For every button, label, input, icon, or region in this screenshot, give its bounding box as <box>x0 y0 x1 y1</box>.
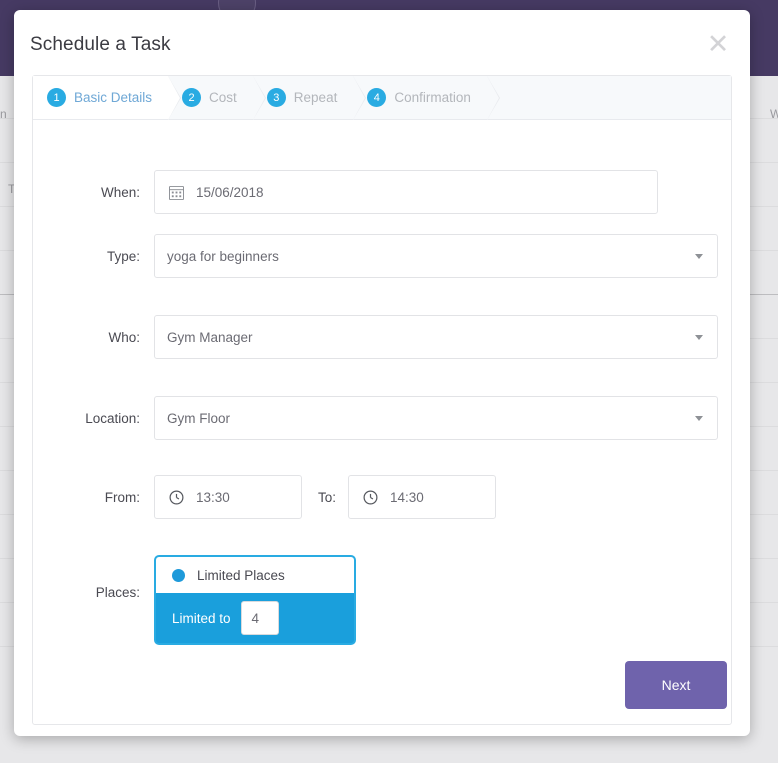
who-select[interactable]: Gym Manager <box>154 315 718 359</box>
step-basic-details[interactable]: 1 Basic Details <box>33 76 182 120</box>
step-number-badge: 2 <box>182 88 202 107</box>
from-time-value: 13:30 <box>196 489 230 505</box>
modal-title: Schedule a Task <box>30 34 171 55</box>
next-button[interactable]: Next <box>625 661 727 709</box>
location-select[interactable]: Gym Floor <box>154 396 718 440</box>
modal-inner-card: 1 Basic Details 2 Cost 3 Repeat 4 Confir… <box>32 75 732 725</box>
chevron-down-icon <box>695 416 703 421</box>
places-limit-label: Limited to <box>172 610 231 626</box>
places-limited-option[interactable]: Limited Places Limited to 4 <box>154 555 356 645</box>
step-chevron-icon <box>168 76 181 120</box>
schedule-task-modal: Schedule a Task ✕ 1 Basic Details 2 Cost… <box>14 10 750 736</box>
clock-icon <box>363 490 378 505</box>
from-label: From: <box>104 489 140 505</box>
location-select-value: Gym Floor <box>167 410 231 426</box>
to-time-value: 14:30 <box>390 489 424 505</box>
chevron-down-icon <box>695 254 703 259</box>
background-text-right-1: W <box>770 107 778 121</box>
step-chevron-icon <box>252 76 265 120</box>
places-option-label: Limited Places <box>197 567 285 583</box>
form-row-when: When: 15/06/2018 <box>33 170 731 214</box>
form-row-time: From: 13:30 To: 14:30 <box>33 475 731 519</box>
step-label: Repeat <box>293 90 338 105</box>
step-chevron-icon <box>486 76 499 120</box>
step-confirmation[interactable]: 4 Confirmation <box>353 76 500 120</box>
places-limit-row: Limited to 4 <box>156 593 354 643</box>
step-label: Cost <box>209 90 237 105</box>
form-row-places: Places: Limited Places Limited to 4 <box>33 555 731 645</box>
step-label: Basic Details <box>74 90 153 105</box>
clock-icon <box>169 490 184 505</box>
to-time-input[interactable]: 14:30 <box>348 475 496 519</box>
background-text-left-1: n <box>0 107 7 121</box>
wizard-stepper: 1 Basic Details 2 Cost 3 Repeat 4 Confir… <box>33 76 731 120</box>
type-select-value: yoga for beginners <box>167 248 279 264</box>
calendar-icon <box>169 185 184 200</box>
places-option-row[interactable]: Limited Places <box>156 557 354 593</box>
radio-selected-icon[interactable] <box>172 568 185 582</box>
type-label: Type: <box>106 248 140 264</box>
location-label: Location: <box>85 410 140 426</box>
step-number-badge: 3 <box>266 88 286 107</box>
when-date-input[interactable]: 15/06/2018 <box>154 170 658 214</box>
step-cost[interactable]: 2 Cost <box>168 76 266 120</box>
form-row-type: Type: yoga for beginners <box>33 234 731 278</box>
when-date-value: 15/06/2018 <box>196 184 264 200</box>
chevron-down-icon <box>695 335 703 340</box>
form-row-location: Location: Gym Floor <box>33 396 731 440</box>
places-limit-input[interactable]: 4 <box>240 601 279 635</box>
to-label: To: <box>317 489 336 505</box>
who-label: Who: <box>108 329 140 345</box>
step-label: Confirmation <box>394 90 471 105</box>
places-label: Places: <box>95 585 140 600</box>
who-select-value: Gym Manager <box>167 329 253 345</box>
form-row-who: Who: Gym Manager <box>33 315 731 359</box>
step-chevron-icon <box>353 76 366 120</box>
step-repeat[interactable]: 3 Repeat <box>253 76 367 120</box>
from-time-input[interactable]: 13:30 <box>154 475 302 519</box>
type-select[interactable]: yoga for beginners <box>154 234 718 278</box>
step-number-badge: 1 <box>47 88 66 107</box>
when-label: When: <box>100 184 140 200</box>
step-number-badge: 4 <box>367 88 387 107</box>
close-icon[interactable]: ✕ <box>700 26 736 62</box>
